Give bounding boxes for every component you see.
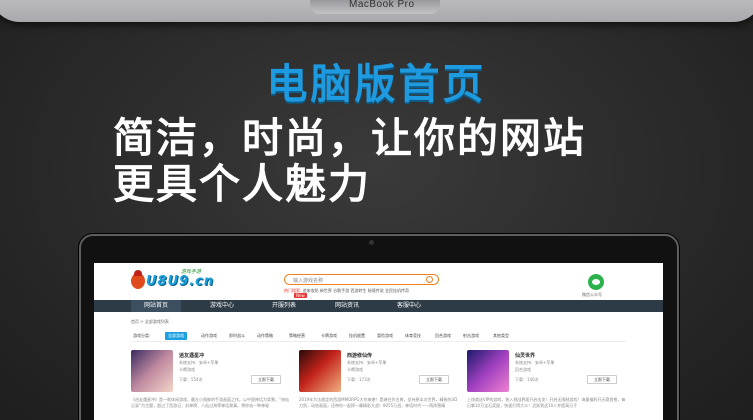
download-button[interactable]: 立即下载 bbox=[587, 375, 617, 384]
download-button[interactable]: 立即下载 bbox=[419, 375, 449, 384]
game-platform: 系统支持：安卓+苹果 bbox=[347, 360, 387, 365]
game-thumbnail[interactable] bbox=[299, 350, 341, 392]
game-downloads: 下载：173次 bbox=[347, 377, 371, 382]
filter-realtime[interactable]: 即时战斗 bbox=[229, 333, 245, 339]
mascot-icon bbox=[131, 270, 145, 289]
laptop-brand-label: MacBook Pro bbox=[349, 0, 415, 10]
game-platform: 系统支持：安卓+苹果 bbox=[179, 360, 219, 365]
filter-all[interactable]: 全部游戏 bbox=[165, 332, 187, 340]
game-thumbnail[interactable] bbox=[467, 350, 509, 392]
filter-shooter[interactable]: 射击游戏 bbox=[463, 333, 479, 339]
wechat-label: 微信公众号 bbox=[582, 292, 602, 297]
filter-action[interactable]: 动作游戏 bbox=[201, 333, 217, 339]
filter-idle[interactable]: 挂机放置 bbox=[349, 333, 365, 339]
game-description: 《逍友遇星冲》是一款休闲游戏，最左小角鲜的手游画面之作。以中国神话为背景，“修仙… bbox=[131, 397, 290, 408]
site-header: U8U9.cn 游戏手游 输入游戏名称 热门搜索: 追来攻防 新世界 谷歌手游 … bbox=[94, 263, 663, 297]
nav-home[interactable]: 网站首页 bbox=[131, 300, 181, 312]
hot-terms[interactable]: 追来攻防 新世界 谷歌手游 西游转生 秘境传说 全民挂机传奇 bbox=[303, 288, 409, 293]
game-title[interactable]: 西游修仙传 bbox=[347, 352, 372, 359]
download-button[interactable]: 立即下载 bbox=[251, 375, 281, 384]
nav-news[interactable]: 网站资讯 bbox=[322, 300, 372, 312]
game-type: 卡牌游戏 bbox=[347, 367, 363, 372]
game-platform: 系统支持：安卓+苹果 bbox=[515, 360, 555, 365]
filter-card[interactable]: 卡牌游戏 bbox=[321, 333, 337, 339]
filter-adventure[interactable]: 冒险游戏 bbox=[377, 333, 393, 339]
website-preview: U8U9.cn 游戏手游 输入游戏名称 热门搜索: 追来攻防 新世界 谷歌手游 … bbox=[94, 263, 663, 420]
breadcrumb: 首页 > 全部游戏列表 bbox=[131, 319, 169, 324]
banner-slogan-line1: 简洁，时尚，让你的网站 bbox=[113, 114, 586, 162]
game-type: 回合游戏 bbox=[515, 367, 531, 372]
category-filter: 游戏分类: 全部游戏 动作游戏 即时战斗 动作策略 策略经营 卡牌游戏 挂机放置… bbox=[131, 330, 626, 342]
main-nav: 网站首页 游戏中心 开服列表 网站资讯 客服中心 bbox=[94, 300, 663, 312]
filter-strategy[interactable]: 策略经营 bbox=[289, 333, 305, 339]
filter-sports[interactable]: 体育竞技 bbox=[405, 333, 421, 339]
logo-tagline: 游戏手游 bbox=[181, 269, 202, 275]
nav-support[interactable]: 客服中心 bbox=[384, 300, 434, 312]
filter-label: 游戏分类: bbox=[133, 333, 151, 338]
game-downloads: 下载：554次 bbox=[179, 377, 203, 382]
banner-slogan-line2: 更具个人魅力 bbox=[113, 160, 371, 208]
wechat-icon[interactable] bbox=[588, 274, 604, 290]
search-placeholder: 输入游戏名称 bbox=[293, 278, 324, 284]
nav-servers[interactable]: 开服列表 bbox=[259, 300, 309, 312]
filter-action-strategy[interactable]: 动作策略 bbox=[257, 333, 273, 339]
game-card[interactable]: 逍友遇星冲 系统支持：安卓+苹果 卡牌游戏 下载：554次 立即下载 《逍友遇星… bbox=[131, 350, 294, 420]
game-title[interactable]: 仙灵世界 bbox=[515, 352, 535, 359]
game-card[interactable]: 西游修仙传 系统支持：安卓+苹果 卡牌游戏 下载：173次 立即下载 2019年… bbox=[299, 350, 462, 420]
game-thumbnail[interactable] bbox=[131, 350, 173, 392]
promo-banner: MacBook Pro 电脑版首页 简洁，时尚，让你的网站 更具个人魅力 U8U… bbox=[0, 0, 753, 420]
site-logo[interactable]: U8U9.cn 游戏手游 bbox=[131, 269, 215, 293]
filter-turnbased[interactable]: 回合游戏 bbox=[435, 333, 451, 339]
nav-new-badge: New bbox=[294, 293, 307, 298]
game-type: 卡牌游戏 bbox=[179, 367, 195, 372]
search-icon[interactable] bbox=[426, 276, 433, 283]
game-description: 上线就送VIP的游戏，装入挑战界面开启出发！开启无限制游戏！海量福利开天赛首夜，… bbox=[467, 397, 626, 408]
game-downloads: 下载：146次 bbox=[515, 377, 539, 382]
banner-title: 电脑版首页 bbox=[266, 60, 487, 108]
filter-other[interactable]: 其他类型 bbox=[493, 333, 509, 339]
game-title[interactable]: 逍友遇星冲 bbox=[179, 352, 204, 359]
logo-text: U8U9.cn bbox=[146, 274, 215, 289]
camera-dot bbox=[369, 240, 374, 245]
game-description: 2019年为法规定的西游MMORPG大作来袭！是继往作古典，坚持原本次世界，精致… bbox=[299, 397, 458, 408]
search-input[interactable]: 输入游戏名称 bbox=[284, 274, 439, 285]
game-card[interactable]: 仙灵世界 系统支持：安卓+苹果 回合游戏 下载：146次 立即下载 上线就送VI… bbox=[467, 350, 630, 420]
nav-games[interactable]: 游戏中心 bbox=[197, 300, 247, 312]
